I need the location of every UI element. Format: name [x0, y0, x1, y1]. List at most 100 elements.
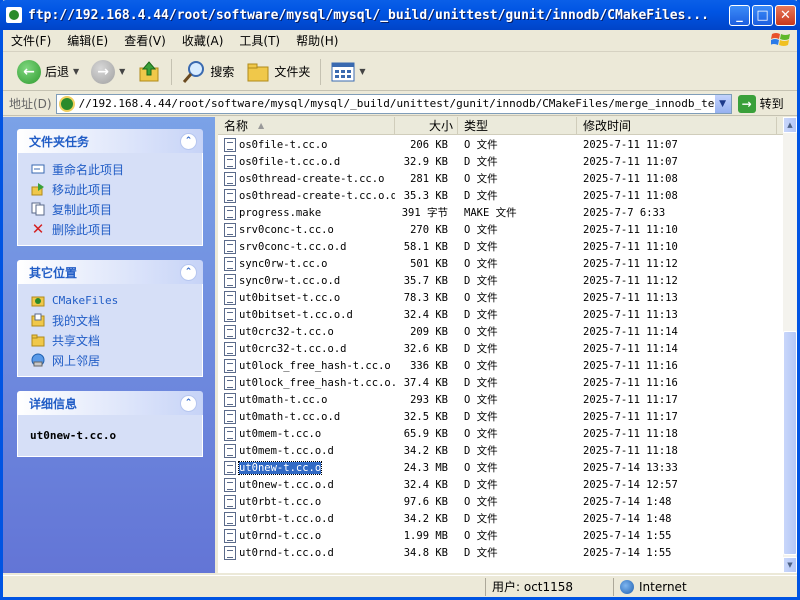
- file-name[interactable]: progress.make: [239, 207, 321, 219]
- file-row[interactable]: ut0new-t.cc.o 24.3 MB O 文件 2025-7-14 13:33: [218, 459, 783, 476]
- minimize-button[interactable]: _: [729, 4, 750, 26]
- file-row[interactable]: ut0lock_free_hash-t.cc.o.d 37.4 KB D 文件 202…: [218, 374, 783, 391]
- task-delete[interactable]: ✕ 删除此项目: [30, 219, 192, 239]
- file-name[interactable]: srv0conc-t.cc.o: [239, 224, 334, 236]
- delete-icon: ✕: [31, 220, 45, 238]
- file-name[interactable]: sync0rw-t.cc.o: [239, 258, 328, 270]
- file-name[interactable]: ut0new-t.cc.o.d: [239, 479, 334, 491]
- title-bar[interactable]: ftp://192.168.4.44/root/software/mysql/m…: [0, 0, 800, 30]
- maximize-button[interactable]: □: [752, 4, 773, 26]
- file-name[interactable]: os0thread-create-t.cc.o: [239, 173, 384, 185]
- file-row[interactable]: ut0new-t.cc.o.d 32.4 KB D 文件 2025-7-14 12:5…: [218, 476, 783, 493]
- file-row[interactable]: ut0math-t.cc.o 293 KB O 文件 2025-7-11 11:17: [218, 391, 783, 408]
- place-shared-documents[interactable]: 共享文档: [30, 330, 192, 350]
- file-name[interactable]: ut0rbt-t.cc.o: [239, 496, 321, 508]
- task-copy[interactable]: 复制此项目: [30, 199, 192, 219]
- search-button[interactable]: 搜索: [176, 57, 240, 87]
- file-name[interactable]: sync0rw-t.cc.o.d: [239, 275, 340, 287]
- file-name[interactable]: ut0rbt-t.cc.o.d: [239, 513, 334, 525]
- panel-header[interactable]: 文件夹任务 ⌃: [17, 129, 203, 153]
- file-name[interactable]: ut0mem-t.cc.o: [239, 428, 321, 440]
- file-row[interactable]: ut0math-t.cc.o.d 32.5 KB D 文件 2025-7-11 11:…: [218, 408, 783, 425]
- file-row[interactable]: srv0conc-t.cc.o 270 KB O 文件 2025-7-11 11:10: [218, 221, 783, 238]
- file-name[interactable]: ut0lock_free_hash-t.cc.o.d: [239, 377, 395, 389]
- file-name[interactable]: ut0rnd-t.cc.o.d: [239, 547, 334, 559]
- task-rename[interactable]: 重命名此项目: [30, 159, 192, 179]
- scroll-up-icon[interactable]: ▲: [783, 117, 797, 133]
- file-name[interactable]: ut0lock_free_hash-t.cc.o: [239, 360, 391, 372]
- file-row[interactable]: ut0crc32-t.cc.o.d 32.6 KB D 文件 2025-7-11 11…: [218, 340, 783, 357]
- file-row[interactable]: ut0rbt-t.cc.o.d 34.2 KB D 文件 2025-7-14 1:48: [218, 510, 783, 527]
- column-name[interactable]: 名称 ▲: [218, 117, 395, 134]
- file-row[interactable]: ut0rbt-t.cc.o 97.6 KB O 文件 2025-7-14 1:48: [218, 493, 783, 510]
- scroll-down-icon[interactable]: ▼: [783, 557, 797, 573]
- menu-view[interactable]: 查看(V): [116, 32, 174, 49]
- file-row[interactable]: os0thread-create-t.cc.o 281 KB O 文件 2025-7-…: [218, 170, 783, 187]
- file-row[interactable]: os0file-t.cc.o 206 KB O 文件 2025-7-11 11:07: [218, 136, 783, 153]
- column-size[interactable]: 大小: [395, 117, 458, 134]
- file-icon: [224, 545, 236, 560]
- up-folder-button[interactable]: [131, 57, 167, 87]
- menu-file[interactable]: 文件(F): [3, 32, 59, 49]
- panel-header[interactable]: 其它位置 ⌃: [17, 260, 203, 284]
- file-row[interactable]: os0file-t.cc.o.d 32.9 KB D 文件 2025-7-11 11:…: [218, 153, 783, 170]
- file-name[interactable]: os0file-t.cc.o: [239, 139, 328, 151]
- file-name[interactable]: ut0new-t.cc.o: [237, 460, 323, 475]
- address-input[interactable]: //192.168.4.44/root/software/mysql/mysql…: [55, 93, 732, 114]
- file-row[interactable]: ut0crc32-t.cc.o 209 KB O 文件 2025-7-11 11:14: [218, 323, 783, 340]
- file-row[interactable]: sync0rw-t.cc.o.d 35.7 KB D 文件 2025-7-11 11:…: [218, 272, 783, 289]
- address-text[interactable]: //192.168.4.44/root/software/mysql/mysql…: [79, 97, 715, 110]
- go-button[interactable]: → 转到: [737, 94, 784, 113]
- file-row[interactable]: ut0rnd-t.cc.o 1.99 MB O 文件 2025-7-14 1:55: [218, 527, 783, 544]
- task-move[interactable]: 移动此项目: [30, 179, 192, 199]
- collapse-icon[interactable]: ⌃: [180, 394, 197, 412]
- file-row[interactable]: srv0conc-t.cc.o.d 58.1 KB D 文件 2025-7-11 11…: [218, 238, 783, 255]
- file-name[interactable]: ut0math-t.cc.o.d: [239, 411, 340, 423]
- chevron-down-icon[interactable]: ▼: [714, 94, 731, 113]
- chevron-down-icon[interactable]: ▼: [119, 67, 125, 76]
- menu-edit[interactable]: 编辑(E): [59, 32, 116, 49]
- menu-tools[interactable]: 工具(T): [231, 32, 288, 49]
- file-name[interactable]: ut0bitset-t.cc.o: [239, 292, 340, 304]
- collapse-icon[interactable]: ⌃: [180, 132, 197, 150]
- file-name[interactable]: ut0rnd-t.cc.o: [239, 530, 321, 542]
- file-name[interactable]: ut0bitset-t.cc.o.d: [239, 309, 353, 321]
- file-name[interactable]: os0file-t.cc.o.d: [239, 156, 340, 168]
- vertical-scrollbar[interactable]: ▲ ▼: [783, 117, 797, 573]
- close-button[interactable]: ✕: [775, 4, 796, 26]
- file-row[interactable]: ut0mem-t.cc.o.d 34.2 KB D 文件 2025-7-11 11:1…: [218, 442, 783, 459]
- file-type: D 文件: [464, 343, 498, 355]
- views-button[interactable]: ▼: [325, 57, 371, 87]
- collapse-icon[interactable]: ⌃: [180, 263, 197, 281]
- place-my-documents[interactable]: 我的文档: [30, 310, 192, 330]
- place-cmakefiles[interactable]: CMakeFiles: [30, 290, 192, 310]
- file-row[interactable]: ut0lock_free_hash-t.cc.o 336 KB O 文件 2025-7…: [218, 357, 783, 374]
- place-network[interactable]: 网上邻居: [30, 350, 192, 370]
- file-row[interactable]: ut0bitset-t.cc.o 78.3 KB O 文件 2025-7-11 11:…: [218, 289, 783, 306]
- panel-header[interactable]: 详细信息 ⌃: [17, 391, 203, 415]
- file-row[interactable]: ut0bitset-t.cc.o.d 32.4 KB D 文件 2025-7-11 1…: [218, 306, 783, 323]
- menu-help[interactable]: 帮助(H): [288, 32, 346, 49]
- forward-button[interactable]: → ▼: [85, 57, 131, 87]
- file-name[interactable]: ut0math-t.cc.o: [239, 394, 328, 406]
- chevron-down-icon[interactable]: ▼: [73, 67, 79, 76]
- column-type[interactable]: 类型: [458, 117, 577, 134]
- folders-button[interactable]: 文件夹: [240, 57, 316, 87]
- back-button[interactable]: ← 后退 ▼: [11, 57, 85, 87]
- file-name-cell: ut0crc32-t.cc.o.d: [218, 341, 395, 356]
- chevron-down-icon[interactable]: ▼: [359, 67, 365, 76]
- file-name[interactable]: os0thread-create-t.cc.o.d: [239, 190, 395, 202]
- column-modified[interactable]: 修改时间: [577, 117, 777, 134]
- file-row[interactable]: ut0mem-t.cc.o 65.9 KB O 文件 2025-7-11 11:18: [218, 425, 783, 442]
- file-name[interactable]: ut0mem-t.cc.o.d: [239, 445, 334, 457]
- file-row[interactable]: os0thread-create-t.cc.o.d 35.3 KB D 文件 2025…: [218, 187, 783, 204]
- file-row[interactable]: sync0rw-t.cc.o 501 KB O 文件 2025-7-11 11:12: [218, 255, 783, 272]
- file-icon: [224, 392, 236, 407]
- file-row[interactable]: ut0rnd-t.cc.o.d 34.8 KB D 文件 2025-7-14 1:55: [218, 544, 783, 561]
- file-row[interactable]: progress.make 391 字节 MAKE 文件 2025-7-7 6:33: [218, 204, 783, 221]
- scroll-thumb[interactable]: [783, 331, 797, 555]
- file-name[interactable]: ut0crc32-t.cc.o: [239, 326, 334, 338]
- file-name[interactable]: srv0conc-t.cc.o.d: [239, 241, 346, 253]
- file-name[interactable]: ut0crc32-t.cc.o.d: [239, 343, 346, 355]
- menu-favorites[interactable]: 收藏(A): [174, 32, 232, 49]
